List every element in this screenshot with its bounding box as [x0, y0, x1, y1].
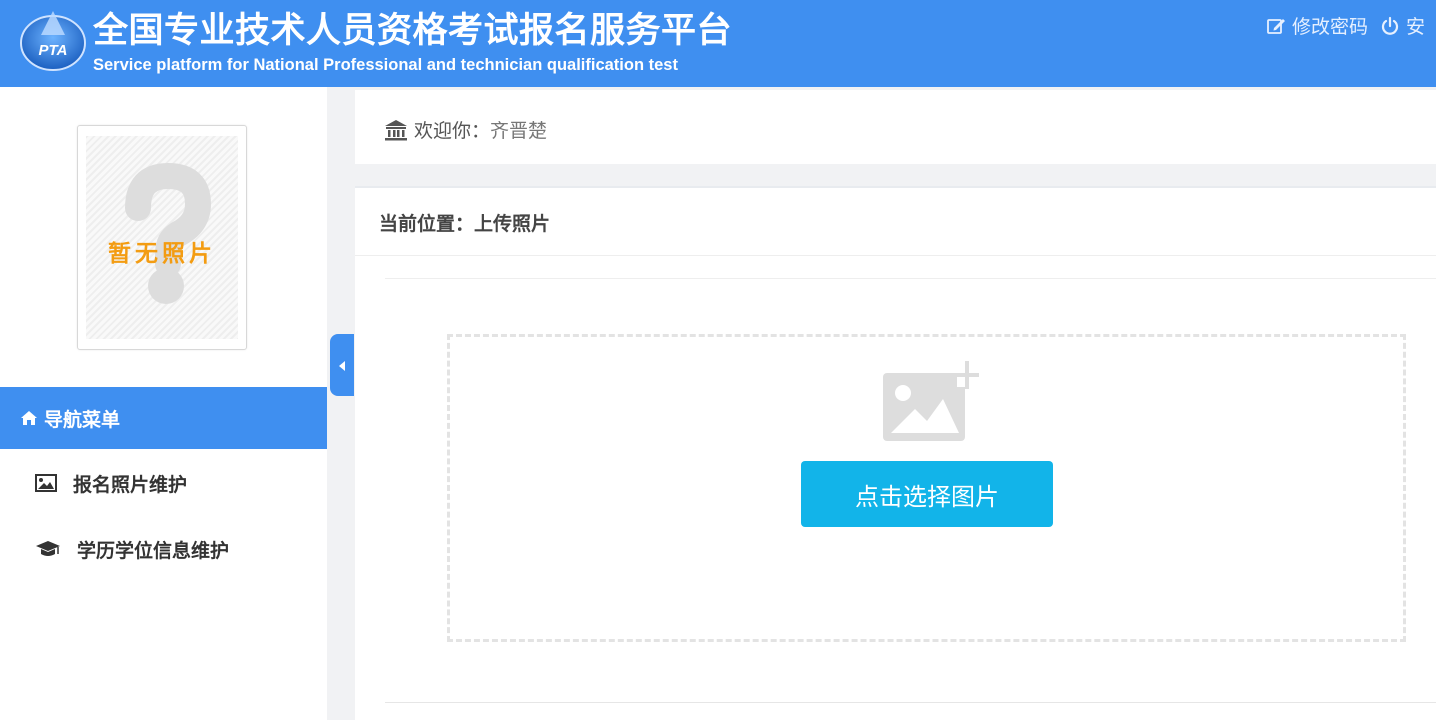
header-actions: 修改密码 安 [1266, 12, 1425, 39]
sidebar-collapse-toggle[interactable] [330, 334, 354, 396]
sidebar: 暂无照片 导航菜单 报名照片维护 学历学位信息维护 [0, 87, 327, 720]
nav-menu-title: 导航菜单 [44, 408, 121, 431]
user-name: 齐晋楚 [490, 120, 548, 142]
site-title: 全国专业技术人员资格考试报名服务平台 [93, 11, 733, 51]
sidebar-item-label: 学历学位信息维护 [77, 539, 230, 562]
select-image-button[interactable]: 点击选择图片 [801, 461, 1053, 527]
upload-dropzone[interactable]: 点击选择图片 [447, 334, 1406, 642]
main-panel: 当前位置：上传照片 点击选择图片 [355, 186, 1436, 720]
logout-link[interactable]: 安 [1380, 12, 1425, 39]
divider [355, 255, 1436, 256]
logo-text: PTA [39, 42, 68, 59]
power-icon [1381, 16, 1399, 35]
site-subtitle: Service platform for National Profession… [93, 56, 678, 74]
home-icon [21, 411, 37, 425]
welcome-bar: 欢迎你： 齐晋楚 [355, 90, 1436, 164]
add-image-icon [883, 361, 979, 441]
caret-left-icon [339, 361, 345, 371]
bank-icon [385, 119, 407, 140]
divider [385, 702, 1436, 703]
change-password-link[interactable]: 修改密码 [1266, 12, 1368, 39]
sidebar-item-label: 报名照片维护 [73, 473, 188, 496]
photo-placeholder: 暂无照片 [86, 136, 238, 339]
nav-menu-header: 导航菜单 [0, 387, 327, 449]
logout-label: 安 [1406, 16, 1426, 38]
welcome-label: 欢迎你： [414, 120, 491, 142]
change-password-label: 修改密码 [1292, 16, 1369, 38]
header-bar: PTA 全国专业技术人员资格考试报名服务平台 Service platform … [0, 0, 1436, 87]
image-icon [35, 474, 57, 492]
breadcrumb: 当前位置：上传照片 [379, 213, 551, 235]
sidebar-item-education-maintenance[interactable]: 学历学位信息维护 [0, 519, 327, 579]
divider [385, 278, 1436, 279]
pta-logo: PTA [20, 11, 86, 71]
no-photo-text: 暂无照片 [108, 241, 216, 267]
sidebar-item-photo-maintenance[interactable]: 报名照片维护 [0, 453, 327, 513]
edit-icon [1267, 18, 1285, 34]
profile-photo: 暂无照片 [77, 125, 247, 350]
graduation-cap-icon [36, 541, 60, 556]
